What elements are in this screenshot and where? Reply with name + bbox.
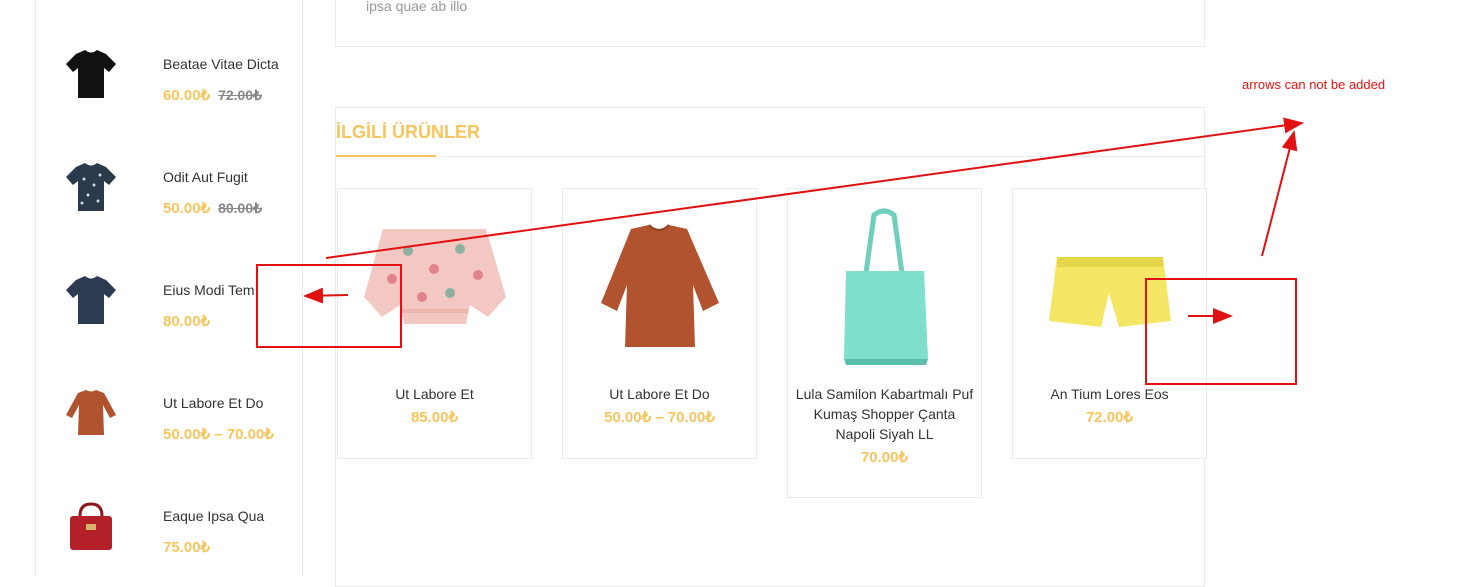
left-arrow [303, 287, 349, 304]
annotation-box-left [256, 264, 402, 348]
pointer-arrow-long [325, 117, 1304, 259]
pointer-arrow-short [1261, 130, 1298, 257]
annotation-box-right [1145, 278, 1297, 385]
annotation-overlay [256, 117, 1304, 385]
